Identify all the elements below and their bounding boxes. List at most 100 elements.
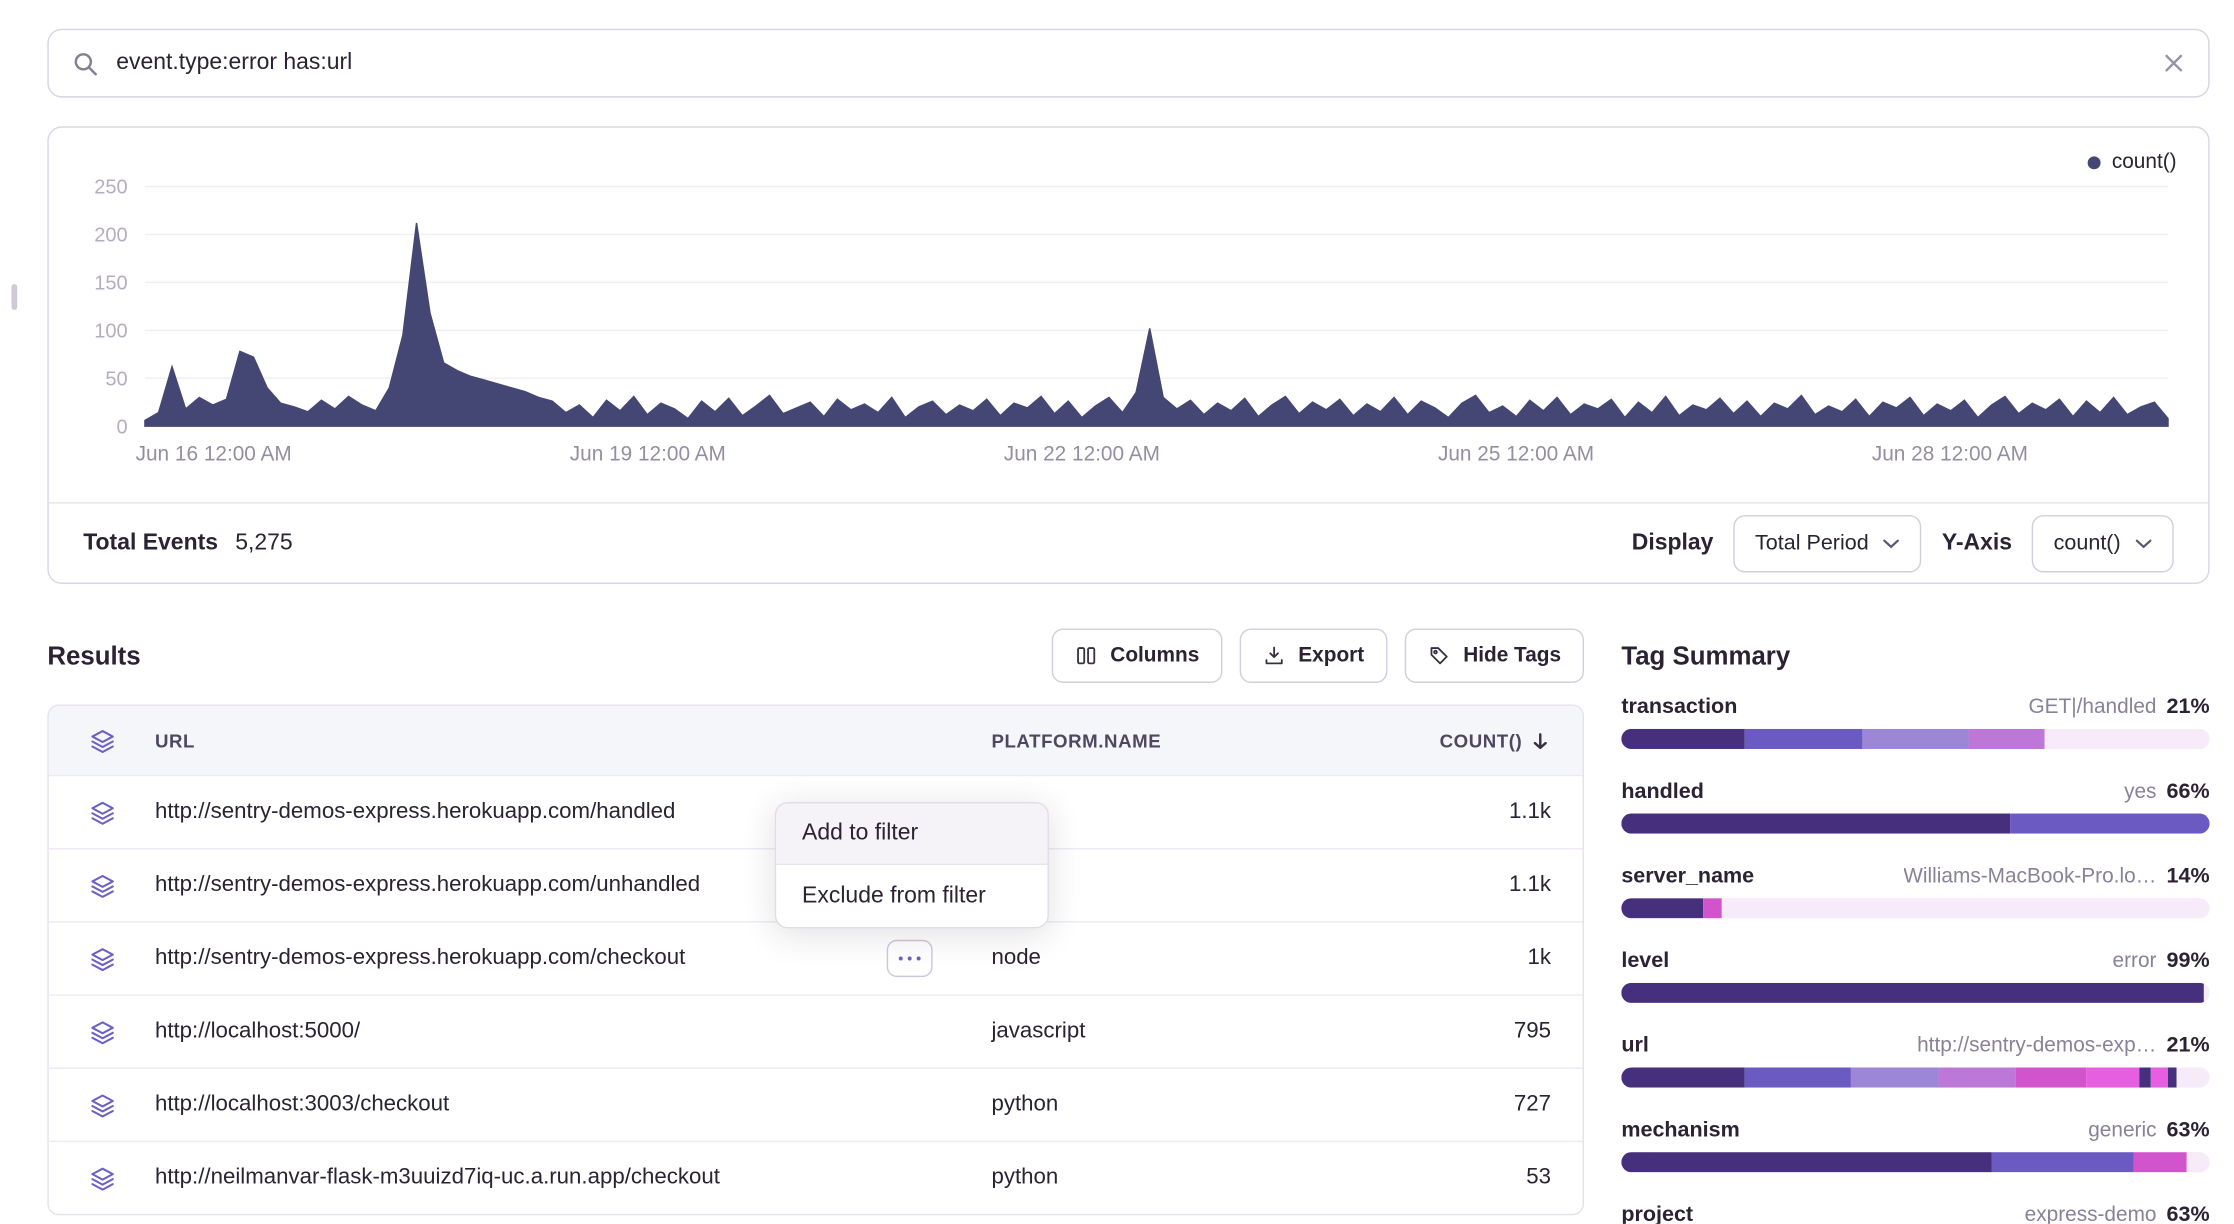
tag-bar[interactable] xyxy=(1621,898,2209,918)
tag-bar[interactable] xyxy=(1621,729,2209,749)
clear-search-button[interactable] xyxy=(2162,52,2185,75)
row-url[interactable]: http://localhost:5000/ xyxy=(155,1019,360,1045)
tag-summary-item: handled yes 66% xyxy=(1621,779,2209,834)
tag-name: project xyxy=(1621,1202,1693,1224)
tag-head: transaction GET|/handled 21% xyxy=(1621,694,2209,718)
row-platform: node xyxy=(991,946,1421,972)
chevron-down-icon xyxy=(1883,537,1900,548)
svg-text:100: 100 xyxy=(94,320,128,342)
layers-icon xyxy=(88,945,115,972)
display-select[interactable]: Total Period xyxy=(1733,514,1921,571)
display-value: Total Period xyxy=(1755,531,1869,555)
tag-head: url http://sentry-demos-exp… 21% xyxy=(1621,1033,2209,1057)
svg-text:0: 0 xyxy=(117,416,128,438)
row-stack-cell[interactable] xyxy=(49,798,155,825)
tag-summary-item: server_name Williams-MacBook-Pro.lo… 14% xyxy=(1621,864,2209,919)
column-header-url[interactable]: URL xyxy=(155,730,991,752)
chevron-down-icon xyxy=(2135,537,2152,548)
row-stack-cell[interactable] xyxy=(49,1018,155,1045)
hide-tags-button[interactable]: Hide Tags xyxy=(1404,628,1584,683)
tag-bar-segment xyxy=(2045,729,2210,749)
svg-text:200: 200 xyxy=(94,225,128,247)
tag-value[interactable]: express-demo xyxy=(2025,1204,2157,1224)
tag-value-wrap: http://sentry-demos-exp… 21% xyxy=(1917,1033,2209,1057)
menu-item-add-to-filter[interactable]: Add to filter xyxy=(776,803,1047,865)
total-events-label: Total Events xyxy=(83,530,218,556)
tag-bar[interactable] xyxy=(1621,1067,2209,1087)
row-stack-cell[interactable] xyxy=(49,1091,155,1118)
row-stack-cell[interactable] xyxy=(49,945,155,972)
tag-bar[interactable] xyxy=(1621,814,2209,834)
row-url[interactable]: http://sentry-demos-express.herokuapp.co… xyxy=(155,946,685,972)
table-row[interactable]: http://localhost:5000/ javascript 795 xyxy=(49,994,1583,1067)
tag-value[interactable]: generic xyxy=(2088,1119,2156,1142)
tag-name: level xyxy=(1621,948,1669,972)
tag-bar[interactable] xyxy=(1621,983,2209,1003)
tag-bar-segment xyxy=(1992,1152,2133,1172)
row-count: 1.1k xyxy=(1422,799,1583,825)
tag-summary-header: Tag Summary xyxy=(1621,624,2209,687)
svg-text:Jun 19 12:00 AM: Jun 19 12:00 AM xyxy=(570,443,726,466)
hide-tags-button-label: Hide Tags xyxy=(1463,644,1561,667)
tag-icon xyxy=(1427,644,1450,667)
row-stack-cell[interactable] xyxy=(49,1164,155,1191)
row-stack-cell[interactable] xyxy=(49,872,155,899)
tag-percent: 66% xyxy=(2167,779,2210,803)
tag-bar[interactable] xyxy=(1621,1152,2209,1172)
export-icon xyxy=(1262,644,1285,667)
table-row[interactable]: http://localhost:3003/checkout python 72… xyxy=(49,1067,1583,1140)
svg-text:Jun 28 12:00 AM: Jun 28 12:00 AM xyxy=(1872,443,2028,466)
row-count: 1k xyxy=(1422,946,1583,972)
tag-bar-segment xyxy=(2139,1067,2151,1087)
tag-value-wrap: generic 63% xyxy=(2088,1118,2209,1142)
search-bar xyxy=(47,29,2209,98)
columns-button[interactable]: Columns xyxy=(1051,628,1222,683)
menu-item-exclude-from-filter[interactable]: Exclude from filter xyxy=(776,865,1047,927)
yaxis-label: Y-Axis xyxy=(1942,530,2012,556)
context-menu: Add to filter Exclude from filter xyxy=(775,802,1049,928)
column-header-platform[interactable]: PLATFORM.NAME xyxy=(991,730,1421,752)
row-platform: python xyxy=(991,1165,1421,1191)
row-url[interactable]: http://sentry-demos-express.herokuapp.co… xyxy=(155,872,700,898)
tag-value[interactable]: http://sentry-demos-exp… xyxy=(1917,1034,2156,1057)
layers-icon xyxy=(88,1018,115,1045)
row-url[interactable]: http://sentry-demos-express.herokuapp.co… xyxy=(155,799,675,825)
tag-value-wrap: Williams-MacBook-Pro.lo… 14% xyxy=(1903,864,2209,888)
tag-bar-segment xyxy=(1745,729,1863,749)
layers-icon xyxy=(88,1091,115,1118)
tag-name: server_name xyxy=(1621,864,1754,888)
tag-summary-section: Tag Summary transaction GET|/handled 21%… xyxy=(1621,621,2209,1224)
discover-page: count() 050100150200250Jun 16 12:00 AMJu… xyxy=(0,0,2234,1224)
tag-value[interactable]: error xyxy=(2113,950,2157,973)
row-count: 53 xyxy=(1422,1165,1583,1191)
row-platform: node xyxy=(991,799,1421,825)
chart-legend[interactable]: count() xyxy=(2087,151,2176,174)
tag-value[interactable]: yes xyxy=(2124,781,2156,804)
yaxis-select[interactable]: count() xyxy=(2032,514,2174,571)
results-section: Results Columns Export Hide Tags xyxy=(47,621,1584,1224)
tag-summary-item: mechanism generic 63% xyxy=(1621,1118,2209,1173)
table-row[interactable]: http://neilmanvar-flask-m3uuizd7iq-uc.a.… xyxy=(49,1141,1583,1214)
tag-bar-segment xyxy=(1851,1067,1939,1087)
tag-value[interactable]: Williams-MacBook-Pro.lo… xyxy=(1903,865,2156,888)
count-header-label: COUNT() xyxy=(1440,730,1523,752)
sort-desc-arrow-icon xyxy=(1530,730,1552,752)
search-input[interactable] xyxy=(116,50,2145,76)
export-button[interactable]: Export xyxy=(1239,628,1387,683)
events-time-series-chart[interactable]: 050100150200250Jun 16 12:00 AMJun 19 12:… xyxy=(49,128,2208,504)
sidebar-collapse-handle[interactable] xyxy=(11,284,17,310)
tag-bar-segment xyxy=(2204,983,2210,1003)
layers-icon xyxy=(88,1164,115,1191)
row-actions-button[interactable] xyxy=(887,940,933,977)
tag-value[interactable]: GET|/handled xyxy=(2028,696,2156,719)
tag-bar-segment xyxy=(2186,1152,2210,1172)
stack-column-header xyxy=(49,727,155,754)
table-row[interactable]: http://sentry-demos-express.herokuapp.co… xyxy=(49,921,1583,994)
row-url-cell: http://sentry-demos-express.herokuapp.co… xyxy=(155,940,991,977)
tag-name: mechanism xyxy=(1621,1118,1739,1142)
row-url[interactable]: http://localhost:3003/checkout xyxy=(155,1092,449,1118)
column-header-count[interactable]: COUNT() xyxy=(1422,730,1583,752)
row-url[interactable]: http://neilmanvar-flask-m3uuizd7iq-uc.a.… xyxy=(155,1165,720,1191)
svg-text:Jun 25 12:00 AM: Jun 25 12:00 AM xyxy=(1438,443,1594,466)
close-icon xyxy=(2162,52,2185,75)
